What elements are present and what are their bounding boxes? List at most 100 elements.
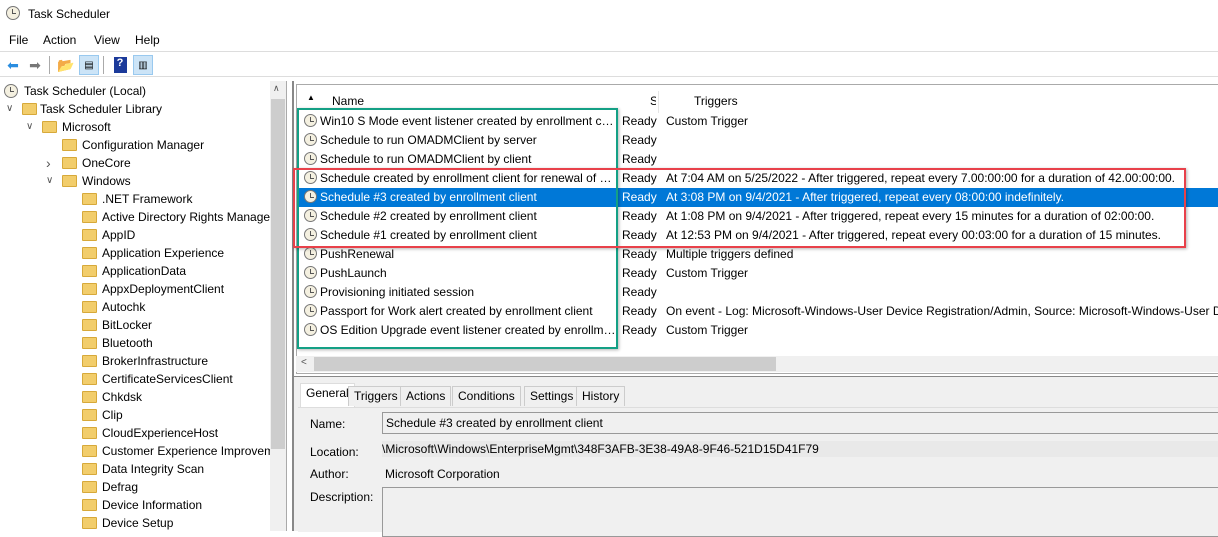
- tree-item[interactable]: Defrag: [0, 478, 270, 496]
- tree-item[interactable]: Chkdsk: [0, 388, 270, 406]
- tree-item[interactable]: CertificateServicesClient: [0, 370, 270, 388]
- chevron-down-icon[interactable]: ∨: [26, 118, 33, 136]
- name-field[interactable]: Schedule #3 created by enrollment client: [382, 412, 1218, 434]
- task-status: Ready: [622, 323, 657, 337]
- menu-file[interactable]: File: [9, 33, 28, 47]
- tree-item[interactable]: Clip: [0, 406, 270, 424]
- task-status: Ready: [622, 266, 657, 280]
- help-icon[interactable]: ?: [113, 57, 127, 73]
- folder-icon: [82, 247, 97, 259]
- tab-actions[interactable]: Actions: [400, 386, 452, 406]
- folder-icon: [62, 157, 77, 169]
- tab-conditions[interactable]: Conditions: [452, 386, 521, 406]
- column-header-name[interactable]: Name: [332, 94, 364, 108]
- chevron-down-icon[interactable]: ∨: [46, 172, 53, 190]
- tree-item[interactable]: ∨ Microsoft: [0, 118, 270, 136]
- task-triggers: On event - Log: Microsoft-Windows-User D…: [666, 304, 1218, 318]
- tree-item[interactable]: BrokerInfrastructure: [0, 352, 270, 370]
- tree-item[interactable]: AppxDeploymentClient: [0, 280, 270, 298]
- task-status: Ready: [622, 285, 657, 299]
- folder-icon: [82, 355, 97, 367]
- console-tree: Task Scheduler (Local) ∨ Task Scheduler Li…: [0, 81, 286, 531]
- tree-item-label: Microsoft: [62, 120, 111, 134]
- menu-help[interactable]: Help: [135, 33, 160, 47]
- tree-item-label: Task Scheduler (Local): [24, 84, 147, 98]
- tree-item-label: CloudExperienceHost: [102, 426, 219, 440]
- description-field[interactable]: [382, 487, 1218, 537]
- folder-icon: [42, 121, 57, 133]
- library-folder-icon: [22, 103, 37, 115]
- tree-item[interactable]: AppID: [0, 226, 270, 244]
- tree-item[interactable]: Bluetooth: [0, 334, 270, 352]
- tree-item-label: BrokerInfrastructure: [102, 354, 209, 368]
- folder-icon: [82, 229, 97, 241]
- show-hide-console-tree-icon[interactable]: ▤: [79, 55, 99, 75]
- task-status: Ready: [622, 304, 657, 318]
- folder-icon: [82, 445, 97, 457]
- menu-action[interactable]: Action: [43, 33, 76, 47]
- chevron-down-icon[interactable]: ∨: [6, 100, 13, 118]
- window-title: Task Scheduler: [28, 7, 111, 21]
- folder-icon: [82, 517, 97, 529]
- tree-item[interactable]: .NET Framework: [0, 190, 270, 208]
- back-arrow-icon[interactable]: ⬅: [3, 55, 23, 75]
- clock-icon: [4, 84, 18, 98]
- chevron-right-icon[interactable]: ›: [46, 154, 51, 172]
- folder-icon: [82, 337, 97, 349]
- tree-item[interactable]: Application Experience: [0, 244, 270, 262]
- tree-item-label: CertificateServicesClient: [102, 372, 233, 386]
- tree-item[interactable]: › OneCore: [0, 154, 270, 172]
- tree-item[interactable]: Device Setup: [0, 514, 270, 531]
- tree-item-label: Bluetooth: [102, 336, 153, 350]
- tree-vertical-scrollbar[interactable]: ∧: [270, 81, 286, 531]
- task-list-horizontal-scrollbar[interactable]: <: [296, 356, 1218, 372]
- highlight-box-red: [293, 168, 1186, 248]
- scroll-thumb[interactable]: [271, 99, 285, 449]
- tab-general[interactable]: General: [300, 383, 355, 407]
- tree-item[interactable]: Customer Experience Improvement: [0, 442, 286, 460]
- scroll-up-icon[interactable]: ∧: [273, 83, 280, 94]
- column-header-triggers[interactable]: Triggers: [694, 94, 738, 108]
- folder-icon: [82, 499, 97, 511]
- folder-icon: [82, 409, 97, 421]
- tree-item[interactable]: ApplicationData: [0, 262, 270, 280]
- tree-item-label: .NET Framework: [102, 192, 193, 206]
- tree-item[interactable]: BitLocker: [0, 316, 270, 334]
- forward-arrow-icon[interactable]: ➡: [25, 55, 45, 75]
- tree-item[interactable]: Data Integrity Scan: [0, 460, 270, 478]
- tree-item-label: Defrag: [102, 480, 139, 494]
- tab-triggers[interactable]: Triggers: [348, 386, 404, 406]
- folder-icon: [82, 193, 97, 205]
- location-label: Location:: [310, 445, 359, 459]
- task-status: Ready: [622, 114, 657, 128]
- sort-ascending-icon: ▲: [307, 93, 315, 102]
- show-hide-action-pane-icon[interactable]: ▥: [133, 55, 153, 75]
- tree-item-label: Chkdsk: [102, 390, 143, 404]
- tab-history[interactable]: History: [576, 386, 626, 406]
- tree-item[interactable]: Active Directory Rights Management: [0, 208, 286, 226]
- pane-splitter[interactable]: [286, 81, 294, 531]
- task-triggers: Custom Trigger: [666, 114, 749, 128]
- tree-item[interactable]: ∨ Windows: [0, 172, 270, 190]
- task-status: Ready: [622, 133, 657, 147]
- folder-icon: [62, 175, 77, 187]
- tree-item[interactable]: Autochk: [0, 298, 270, 316]
- tab-settings[interactable]: Settings: [524, 386, 580, 406]
- tree-item[interactable]: Configuration Manager: [0, 136, 270, 154]
- tree-item-label: Windows: [82, 174, 131, 188]
- folder-icon: [82, 265, 97, 277]
- tree-item-label: OneCore: [82, 156, 131, 170]
- tree-item[interactable]: Task Scheduler (Local): [0, 82, 270, 100]
- column-header-status[interactable]: S: [650, 94, 656, 108]
- tree-item[interactable]: Device Information: [0, 496, 270, 514]
- tree-item[interactable]: CloudExperienceHost: [0, 424, 270, 442]
- app-clock-icon: [6, 6, 20, 20]
- folder-icon: [62, 139, 77, 151]
- folder-icon: [82, 319, 97, 331]
- tree-item-label: BitLocker: [102, 318, 153, 332]
- scroll-thumb[interactable]: [314, 357, 776, 371]
- menu-view[interactable]: View: [94, 33, 120, 47]
- tree-item[interactable]: ∨ Task Scheduler Library: [0, 100, 270, 118]
- scroll-left-icon[interactable]: <: [301, 357, 307, 368]
- up-folder-icon[interactable]: 📂: [56, 55, 76, 75]
